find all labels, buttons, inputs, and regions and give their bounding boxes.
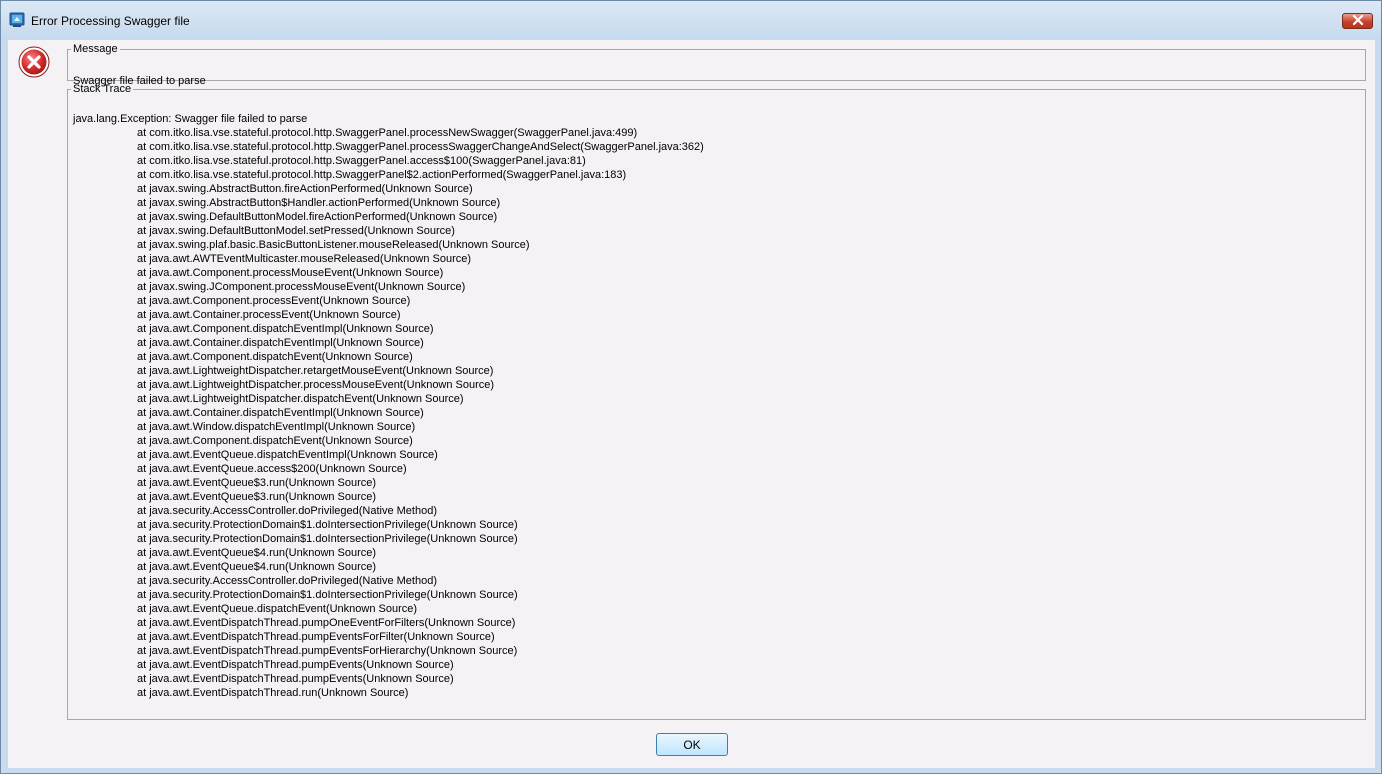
stack-trace-line: at java.security.AccessController.doPriv… [137, 575, 437, 587]
stack-trace-line: at com.itko.lisa.vse.stateful.protocol.h… [137, 141, 704, 153]
stack-trace-line: at com.itko.lisa.vse.stateful.protocol.h… [137, 155, 586, 167]
close-icon [1352, 12, 1364, 30]
stack-trace-line: at com.itko.lisa.vse.stateful.protocol.h… [137, 127, 638, 139]
stack-trace-line: at java.awt.Component.processEvent(Unkno… [137, 295, 411, 307]
ok-button[interactable]: OK [656, 733, 728, 756]
stack-trace-line: java.lang.Exception: Swagger file failed… [73, 113, 308, 125]
stack-trace-line: at java.awt.Component.dispatchEvent(Unkn… [137, 351, 413, 363]
stack-trace-line: at java.awt.EventQueue.dispatchEventImpl… [137, 449, 438, 461]
stack-trace-line: at java.security.ProtectionDomain$1.doIn… [137, 589, 518, 601]
dialog-body: Message Swagger file failed to parse Sta… [8, 40, 1375, 768]
stack-trace-line: at java.awt.AWTEventMulticaster.mouseRel… [137, 253, 472, 265]
stack-trace-line: at java.awt.Component.processMouseEvent(… [137, 267, 444, 279]
stack-trace-text[interactable]: java.lang.Exception: Swagger file failed… [73, 112, 704, 700]
stack-trace-line: at java.awt.EventQueue$3.run(Unknown Sou… [137, 491, 377, 503]
stack-trace-line: at java.awt.EventQueue$3.run(Unknown Sou… [137, 477, 377, 489]
stack-trace-line: at javax.swing.plaf.basic.BasicButtonLis… [137, 239, 530, 251]
title-bar[interactable]: Error Processing Swagger file [1, 1, 1381, 41]
stack-trace-line: at javax.swing.JComponent.processMouseEv… [137, 281, 466, 293]
message-legend: Message [73, 43, 118, 55]
stack-trace-line: at java.awt.EventQueue$4.run(Unknown Sou… [137, 547, 377, 559]
stack-trace-line: at java.awt.EventDispatchThread.pumpEven… [137, 645, 518, 657]
stack-trace-line: at javax.swing.DefaultButtonModel.fireAc… [137, 211, 498, 223]
stack-trace-line: at java.awt.EventDispatchThread.pumpEven… [137, 673, 454, 685]
stack-trace-line: at java.awt.EventDispatchThread.run(Unkn… [137, 687, 409, 699]
stack-trace-line: at java.awt.EventDispatchThread.pumpEven… [137, 659, 454, 671]
window-title: Error Processing Swagger file [31, 14, 190, 28]
stack-trace-line: at java.awt.Container.dispatchEventImpl(… [137, 407, 424, 419]
stack-trace-group: Stack Trace java.lang.Exception: Swagger… [67, 83, 1366, 720]
stack-trace-legend: Stack Trace [73, 83, 132, 95]
stack-trace-line: at java.awt.LightweightDispatcher.retarg… [137, 365, 494, 377]
stack-trace-line: at java.awt.LightweightDispatcher.dispat… [137, 393, 464, 405]
error-icon [18, 46, 50, 78]
stack-trace-line: at java.awt.Component.dispatchEventImpl(… [137, 323, 434, 335]
stack-trace-line: at java.awt.EventQueue.dispatchEvent(Unk… [137, 603, 418, 615]
stack-trace-line: at java.security.ProtectionDomain$1.doIn… [137, 533, 518, 545]
stack-trace-line: at javax.swing.AbstractButton.fireAction… [137, 183, 473, 195]
stack-trace-line: at java.awt.Container.dispatchEventImpl(… [137, 337, 424, 349]
stack-trace-line: at javax.swing.DefaultButtonModel.setPre… [137, 225, 455, 237]
java-app-icon [9, 12, 25, 28]
message-group: Message Swagger file failed to parse [67, 43, 1366, 87]
stack-trace-line: at javax.swing.AbstractButton$Handler.ac… [137, 197, 501, 209]
stack-trace-line: at java.awt.EventQueue.access$200(Unknow… [137, 463, 407, 475]
close-button[interactable] [1342, 13, 1373, 29]
dialog-window: Error Processing Swagger file Message Sw… [0, 0, 1382, 774]
stack-trace-line: at java.awt.Window.dispatchEventImpl(Unk… [137, 421, 416, 433]
stack-trace-line: at java.awt.Container.processEvent(Unkno… [137, 309, 401, 321]
stack-trace-line: at java.awt.EventQueue$4.run(Unknown Sou… [137, 561, 377, 573]
stack-trace-line: at java.awt.LightweightDispatcher.proces… [137, 379, 495, 391]
stack-trace-line: at java.security.ProtectionDomain$1.doIn… [137, 519, 518, 531]
stack-trace-line: at java.security.AccessController.doPriv… [137, 505, 437, 517]
stack-trace-line: at java.awt.Component.dispatchEvent(Unkn… [137, 435, 413, 447]
stack-trace-line: at java.awt.EventDispatchThread.pumpOneE… [137, 617, 516, 629]
stack-trace-line: at java.awt.EventDispatchThread.pumpEven… [137, 631, 495, 643]
stack-trace-line: at com.itko.lisa.vse.stateful.protocol.h… [137, 169, 627, 181]
